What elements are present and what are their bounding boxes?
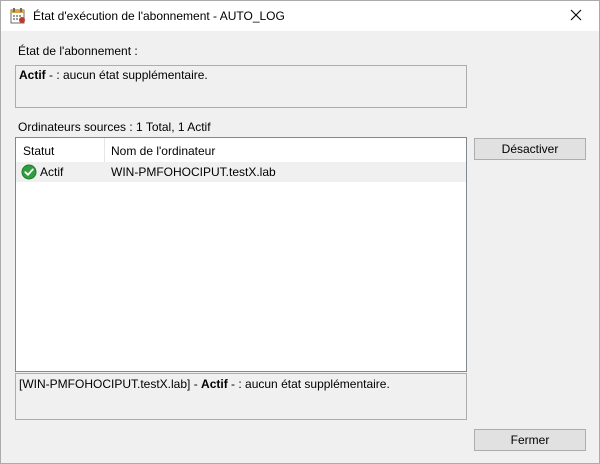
title-bar: État d'exécution de l'abonnement - AUTO_… bbox=[1, 1, 599, 31]
column-header-computer-name[interactable]: Nom de l'ordinateur bbox=[111, 144, 215, 158]
window-title: État d'exécution de l'abonnement - AUTO_… bbox=[33, 9, 285, 23]
subscription-state-bold: Actif bbox=[19, 68, 46, 82]
disable-button[interactable]: Désactiver bbox=[474, 138, 586, 160]
column-divider[interactable] bbox=[104, 138, 105, 162]
detail-status-field[interactable]: [WIN-PMFOHOCIPUT.testX.lab] - Actif - : … bbox=[15, 373, 467, 420]
row-status-text: Actif bbox=[40, 165, 64, 179]
detail-status-text: - : aucun état supplémentaire. bbox=[227, 377, 390, 391]
column-header-status[interactable]: Statut bbox=[23, 144, 54, 158]
table-row[interactable]: Actif WIN-PMFOHOCIPUT.testX.lab bbox=[16, 162, 466, 182]
green-check-icon bbox=[21, 164, 37, 180]
close-button[interactable]: Fermer bbox=[474, 429, 586, 451]
detail-separator: - bbox=[190, 377, 202, 391]
close-icon bbox=[570, 9, 582, 24]
subscription-status-dialog: État d'exécution de l'abonnement - AUTO_… bbox=[0, 0, 600, 464]
detail-computer-prefix: [WIN-PMFOHOCIPUT.testX.lab] bbox=[19, 377, 191, 391]
source-computers-label: Ordinateurs sources : 1 Total, 1 Actif bbox=[18, 120, 211, 134]
detail-status-bold: Actif bbox=[201, 377, 228, 391]
list-header: Statut Nom de l'ordinateur bbox=[16, 138, 466, 162]
subscription-state-text: - : aucun état supplémentaire. bbox=[45, 68, 208, 82]
subscription-state-field[interactable]: Actif - : aucun état supplémentaire. bbox=[15, 65, 467, 108]
calendar-task-icon bbox=[10, 7, 26, 24]
close-window-button[interactable] bbox=[553, 1, 599, 31]
row-computer-name: WIN-PMFOHOCIPUT.testX.lab bbox=[111, 165, 276, 179]
source-computers-list[interactable]: Statut Nom de l'ordinateur Actif WIN-PMF… bbox=[15, 137, 467, 372]
subscription-state-label: État de l'abonnement : bbox=[18, 44, 138, 58]
